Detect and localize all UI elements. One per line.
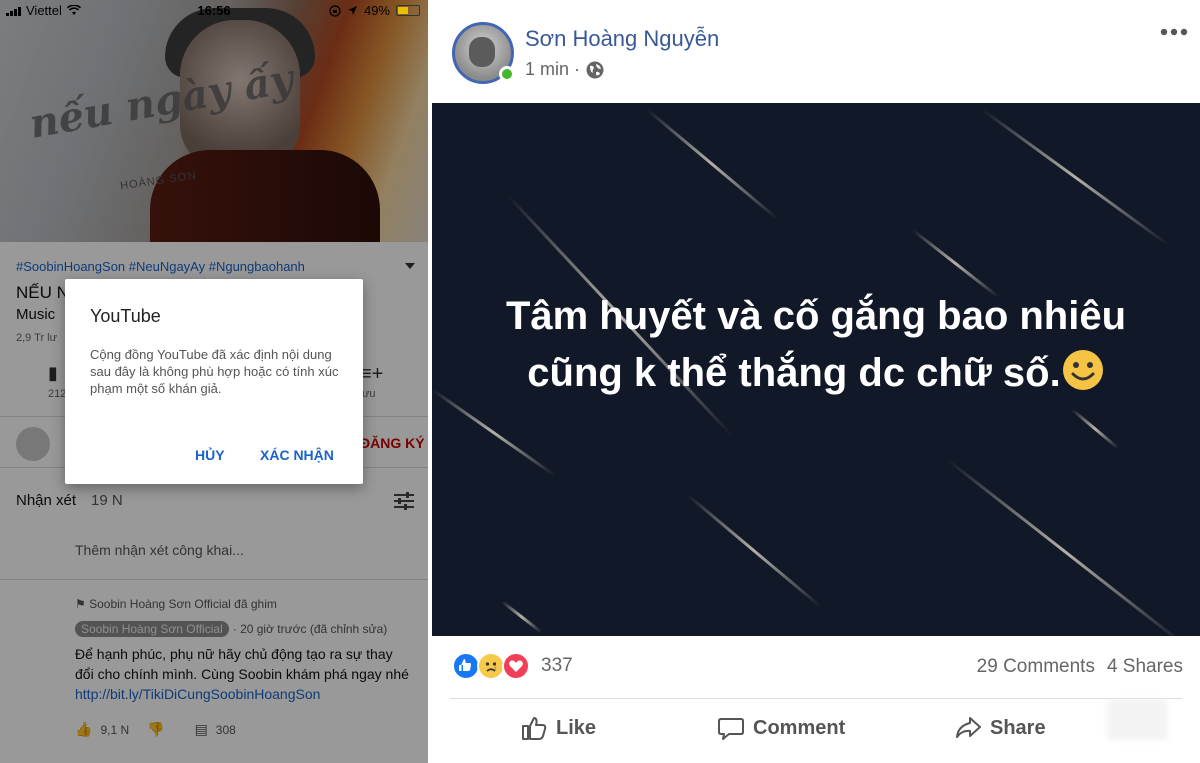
sad-reaction-icon [477,652,505,680]
dialog-message: Cộng đồng YouTube đã xác định nội dung s… [90,347,339,396]
globe-icon [586,61,604,78]
reaction-count: 337 [541,655,573,676]
comment-label: Comment [753,716,846,739]
post-image[interactable]: Tâm huyết và cố gắng bao nhiêu cũng k th… [432,103,1200,636]
comment-button[interactable]: Comment [717,714,845,742]
youtube-app-screen: nếu ngày ấy HOÀNG SƠN Viettel 16:56 49% … [0,0,428,763]
dialog-title: YouTube [90,306,161,326]
facebook-post: Sơn Hoàng Nguyễn 1 min · Tâm huyết và cố… [432,0,1200,763]
battery-icon [396,5,420,16]
cancel-button[interactable]: HỦY [195,447,225,463]
like-reaction-icon [452,652,480,680]
confirm-button[interactable]: XÁC NHẬN [260,447,334,463]
comments-count-link[interactable]: 29 Comments [977,656,1095,678]
meteor-streak [1071,408,1119,450]
meteor-streak [501,600,543,634]
share-icon [956,717,981,738]
post-text: Tâm huyết và cố gắng bao nhiêu cũng k th… [462,288,1170,402]
blurred-region [1107,700,1167,740]
smiley-emoji-icon [1062,350,1103,390]
rotation-lock-icon [329,4,341,17]
like-button[interactable]: Like [520,714,596,742]
screenshot-composite: nếu ngày ấy HOÀNG SƠN Viettel 16:56 49% … [0,0,1200,763]
thumbs-up-icon [522,717,547,740]
content-warning-dialog: YouTube Cộng đồng YouTube đã xác định nộ… [65,279,363,484]
post-time[interactable]: 1 min · [525,59,580,80]
battery-percent: 49% [363,3,390,18]
post-author[interactable]: Sơn Hoàng Nguyễn [525,26,719,52]
divider [450,698,1182,699]
post-meta: 1 min · [525,59,604,80]
post-action-bar: Like Comment Share [432,714,1200,748]
meteor-streak [646,108,779,220]
like-label: Like [556,716,597,739]
more-options-icon[interactable] [1159,27,1189,37]
meteor-streak [946,458,1185,636]
status-bar: Viettel 16:56 49% [0,0,428,22]
shares-count-link[interactable]: 4 Shares [1107,656,1183,678]
share-label: Share [990,716,1046,739]
meteor-streak [686,493,823,609]
engagement-counts: 29 Comments 4 Shares [977,656,1183,678]
share-button[interactable]: Share [954,714,1046,742]
reaction-summary[interactable]: 337 [452,652,573,680]
love-reaction-icon [502,652,530,680]
online-status-icon [499,66,515,82]
post-text-content: Tâm huyết và cố gắng bao nhiêu cũng k th… [505,294,1127,395]
location-icon [347,6,357,15]
meteor-streak [981,108,1169,246]
comment-icon [718,718,744,740]
